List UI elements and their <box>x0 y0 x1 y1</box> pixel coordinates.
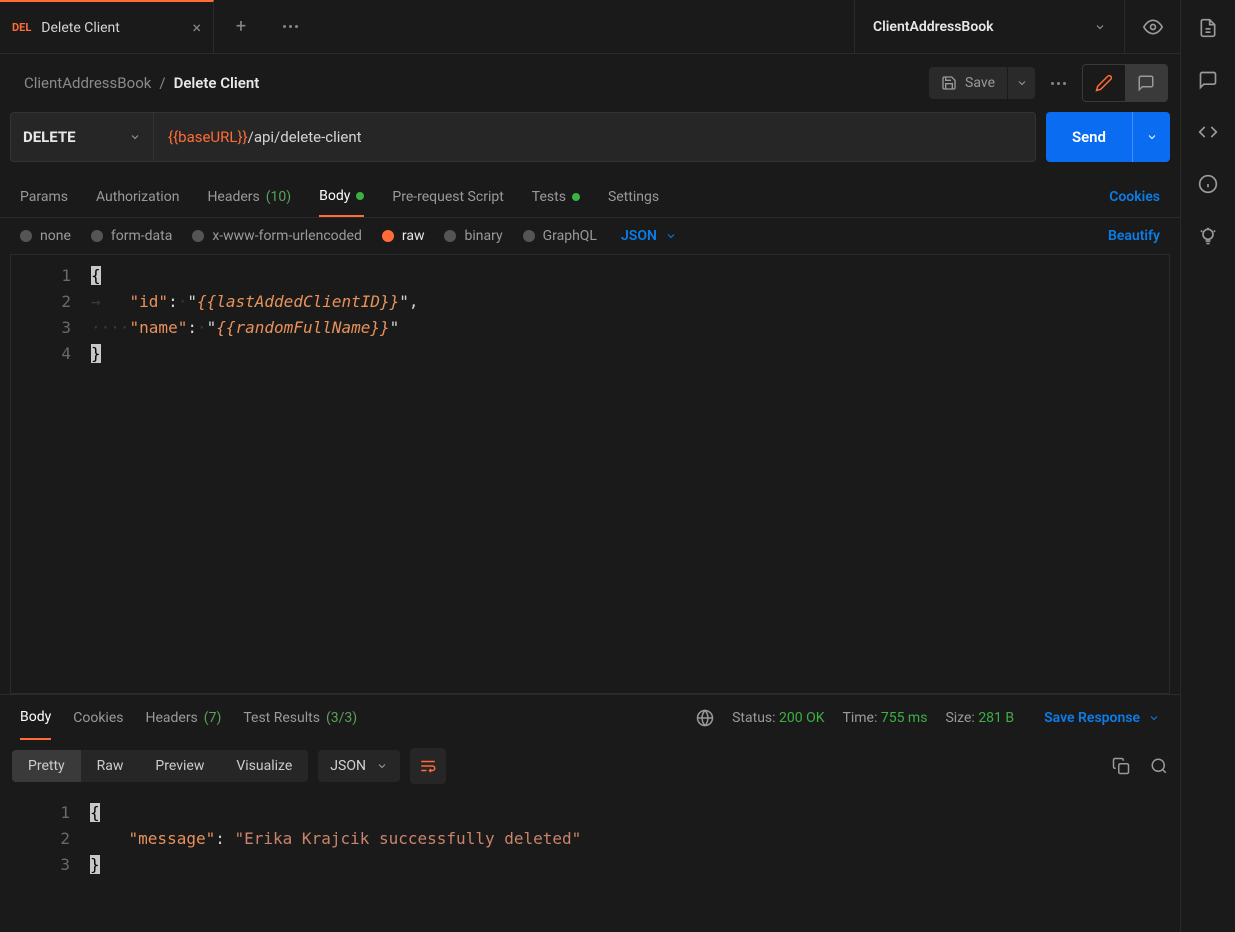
response-format-selector[interactable]: JSON <box>318 750 400 782</box>
comment-icon <box>1198 70 1218 90</box>
save-icon <box>941 75 957 91</box>
line-wrap-button[interactable] <box>410 748 446 784</box>
related-button[interactable] <box>1198 226 1218 246</box>
radio-binary[interactable]: binary <box>444 228 502 244</box>
cookies-link[interactable]: Cookies <box>1109 189 1160 205</box>
documentation-button[interactable] <box>1198 18 1218 38</box>
tab-body[interactable]: Body <box>319 176 364 217</box>
method-badge: DEL <box>12 21 31 34</box>
chevron-down-icon <box>1148 712 1160 724</box>
method-selector[interactable]: DELETE <box>10 112 154 162</box>
close-icon[interactable]: × <box>192 18 201 37</box>
search-icon <box>1150 757 1168 775</box>
save-group: Save <box>929 67 1035 99</box>
eye-icon <box>1143 17 1163 37</box>
request-tabs: Params Authorization Headers (10) Body P… <box>0 176 1180 218</box>
send-dropdown[interactable] <box>1132 112 1170 162</box>
tab-delete-client[interactable]: DEL Delete Client × <box>0 0 214 53</box>
body-format-selector[interactable]: JSON <box>621 228 677 244</box>
view-visualize[interactable]: Visualize <box>220 750 308 782</box>
copy-icon <box>1112 757 1130 775</box>
tab-params[interactable]: Params <box>20 176 68 217</box>
more-actions-button[interactable] <box>1051 82 1066 85</box>
tab-title: Delete Client <box>41 20 182 36</box>
lightbulb-icon <box>1198 226 1218 246</box>
status-dot-icon <box>572 193 580 201</box>
breadcrumb-row: ClientAddressBook / Delete Client Save <box>0 54 1180 112</box>
environment-selector[interactable]: ClientAddressBook <box>854 0 1124 53</box>
response-tab-cookies[interactable]: Cookies <box>73 695 123 740</box>
file-icon <box>1198 18 1218 38</box>
chevron-down-icon <box>376 760 388 772</box>
right-sidebar <box>1180 0 1235 932</box>
code-area[interactable]: { → "id":·"{{lastAddedClientID}}", ····"… <box>89 255 1169 693</box>
view-pretty[interactable]: Pretty <box>12 750 81 782</box>
code-icon <box>1198 122 1218 142</box>
breadcrumb-current: Delete Client <box>174 74 260 92</box>
comment-icon <box>1137 74 1155 92</box>
tab-bar: DEL Delete Client × + ClientAddressBook <box>0 0 1180 54</box>
line-gutter: 1234 <box>11 255 89 693</box>
response-body-editor[interactable]: 123 { "message": "Erika Krajcik successf… <box>10 792 1170 932</box>
chevron-down-icon <box>1094 21 1106 33</box>
radio-x-www-form[interactable]: x-www-form-urlencoded <box>192 228 362 244</box>
request-body-editor[interactable]: 1234 { → "id":·"{{lastAddedClientID}}", … <box>10 254 1170 694</box>
breadcrumb-parent[interactable]: ClientAddressBook <box>24 74 151 92</box>
save-dropdown[interactable] <box>1007 67 1035 99</box>
comments-button[interactable] <box>1198 70 1218 90</box>
radio-graphql[interactable]: GraphQL <box>523 228 597 244</box>
chevron-down-icon <box>129 131 141 143</box>
response-meta: Status: 200 OK Time: 755 ms Size: 281 B … <box>696 709 1160 727</box>
code-area[interactable]: { "message": "Erika Krajcik successfully… <box>88 792 1170 932</box>
radio-raw[interactable]: raw <box>382 228 425 244</box>
tab-headers[interactable]: Headers (10) <box>207 176 291 217</box>
view-raw[interactable]: Raw <box>81 750 140 782</box>
info-icon <box>1198 174 1218 194</box>
response-view-segment: Pretty Raw Preview Visualize <box>12 750 308 782</box>
chevron-down-icon <box>1016 77 1028 89</box>
method-label: DELETE <box>23 128 129 146</box>
mode-toggle <box>1082 64 1168 102</box>
comment-mode-button[interactable] <box>1125 65 1167 101</box>
url-input[interactable]: {{baseURL}}/api/delete-client <box>154 112 1036 162</box>
search-button[interactable] <box>1150 757 1168 775</box>
chevron-down-icon <box>1146 131 1158 143</box>
beautify-button[interactable]: Beautify <box>1108 228 1160 244</box>
tab-pre-request[interactable]: Pre-request Script <box>392 176 503 217</box>
radio-form-data[interactable]: form-data <box>91 228 172 244</box>
response-tab-body[interactable]: Body <box>20 695 51 740</box>
line-gutter: 123 <box>10 792 88 932</box>
tab-authorization[interactable]: Authorization <box>96 176 179 217</box>
pencil-icon <box>1095 74 1113 92</box>
response-header: Body Cookies Headers (7) Test Results (3… <box>0 694 1180 740</box>
body-type-row: none form-data x-www-form-urlencoded raw… <box>0 218 1180 254</box>
send-button[interactable]: Send <box>1046 112 1132 162</box>
response-tab-test-results[interactable]: Test Results (3/3) <box>243 695 357 740</box>
globe-icon[interactable] <box>696 709 714 727</box>
environment-name: ClientAddressBook <box>873 19 1094 35</box>
url-row: DELETE {{baseURL}}/api/delete-client Sen… <box>0 112 1180 176</box>
code-snippet-button[interactable] <box>1198 122 1218 142</box>
tab-tests[interactable]: Tests <box>532 176 580 217</box>
tab-overflow-button[interactable] <box>268 0 312 53</box>
copy-button[interactable] <box>1112 757 1130 775</box>
tab-settings[interactable]: Settings <box>608 176 659 217</box>
edit-mode-button[interactable] <box>1083 65 1125 101</box>
save-response-button[interactable]: Save Response <box>1044 710 1160 726</box>
environment-preview-button[interactable] <box>1124 0 1180 53</box>
send-group: Send <box>1046 112 1170 162</box>
new-tab-button[interactable]: + <box>214 0 268 53</box>
response-tab-headers[interactable]: Headers (7) <box>145 695 221 740</box>
status-dot-icon <box>356 192 364 200</box>
save-button[interactable]: Save <box>929 67 1007 99</box>
view-preview[interactable]: Preview <box>139 750 220 782</box>
radio-none[interactable]: none <box>20 228 71 244</box>
response-toolbar: Pretty Raw Preview Visualize JSON <box>0 740 1180 792</box>
chevron-down-icon <box>665 230 677 242</box>
wrap-icon <box>419 757 437 775</box>
info-button[interactable] <box>1198 174 1218 194</box>
